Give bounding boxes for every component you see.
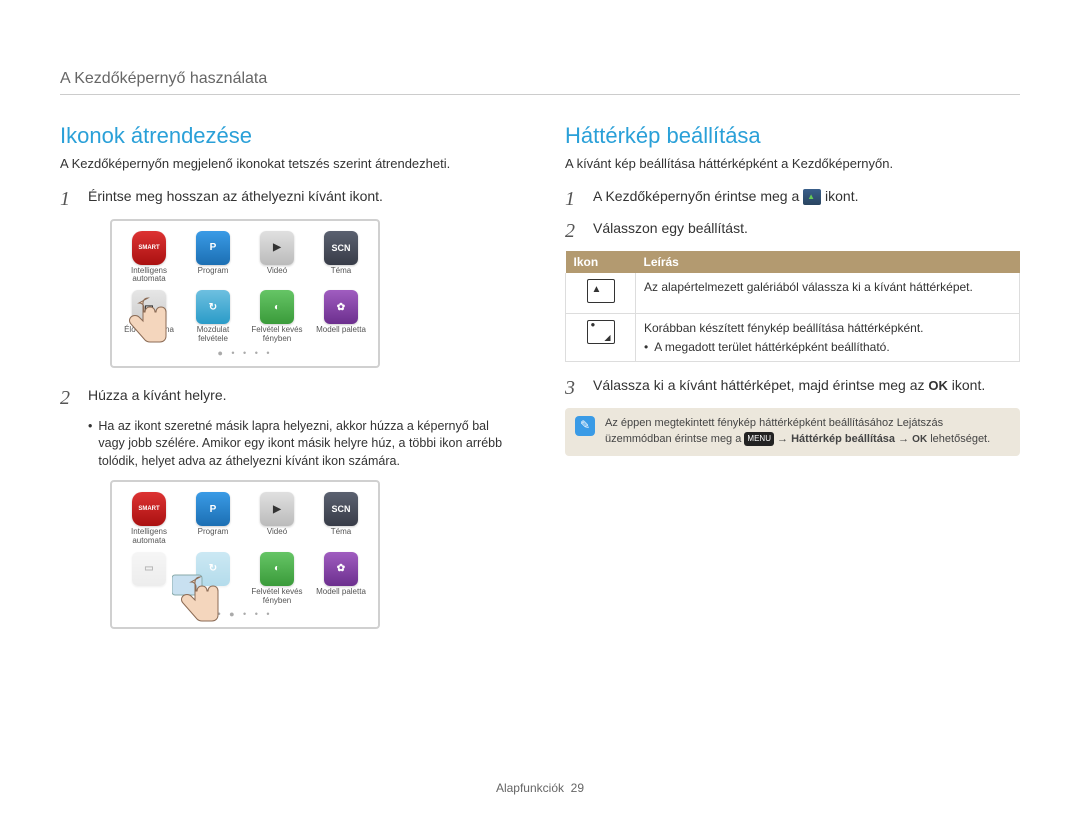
step-number: 2 [60,386,78,408]
step-number: 1 [60,187,78,209]
model-icon: ✿ [324,552,358,586]
ok-icon: OK [928,377,948,395]
smart-icon: SMART [132,492,166,526]
page-footer: Alapfunkciók 29 [0,781,1080,795]
ok-icon: OK [912,433,927,448]
left-section-title: Ikonok átrendezése [60,123,515,149]
right-column: Háttérkép beállítása A kívánt kép beállí… [565,123,1020,647]
left-intro: A Kezdőképernyőn megjelenő ikonokat tets… [60,155,515,173]
smart-icon: SMART [132,231,166,265]
video-icon: ▶ [260,492,294,526]
screenshot-grid-2: SMARTIntelligens automata PProgram ▶Vide… [110,480,380,629]
page-indicator: ● • • • • [118,348,372,358]
step-number: 3 [565,376,583,398]
note-text: Az éppen megtekintett fénykép háttérképk… [605,416,1010,448]
gallery-option-desc: Az alapértelmezett galériából válassza k… [636,273,1020,314]
left-column: Ikonok átrendezése A Kezdőképernyőn megj… [60,123,515,647]
hand-tap-icon [120,288,180,348]
hand-drag-icon [172,567,232,627]
th-desc: Leírás [636,251,1020,273]
light-icon: ◐ [260,290,294,324]
photo-option-icon [566,313,636,361]
program-icon: P [196,231,230,265]
light-icon: ◐ [260,552,294,586]
right-section-title: Háttérkép beállítása [565,123,1020,149]
screenshot-grid-1: SMARTIntelligens automata PProgram ▶Vide… [110,219,380,368]
right-step2-text: Válasszon egy beállítást. [593,219,748,239]
video-icon: ▶ [260,231,294,265]
program-icon: P [196,492,230,526]
wallpaper-icon [803,189,821,205]
gesture-icon: ↻ [196,290,230,324]
scn-icon: SCN [324,231,358,265]
left-step1-text: Érintse meg hosszan az áthelyezni kívánt… [88,187,383,207]
step-number: 2 [565,219,583,241]
page-indicator: • ● • • • [118,609,372,619]
scn-icon: SCN [324,492,358,526]
right-intro: A kívánt kép beállítása háttérképként a … [565,155,1020,173]
menu-button-icon: MENU [744,432,774,446]
step-number: 1 [565,187,583,209]
note-badge-icon: ✎ [575,416,595,436]
photo-option-desc: Korábban készített fénykép beállítása há… [636,313,1020,361]
left-step2-text: Húzza a kívánt helyre. [88,386,227,406]
options-table: Ikon Leírás Az alapértelmezett galériábó… [565,251,1020,363]
left-step2-bullet: • Ha az ikont szeretné másik lapra helye… [88,418,515,471]
right-step3-text: Válassza ki a kívánt háttérképet, majd é… [593,376,985,396]
page-header: A Kezdőképernyő használata [60,70,1020,95]
pano-icon-ghost: ▭ [132,552,166,586]
gallery-option-icon [566,273,636,314]
model-icon: ✿ [324,290,358,324]
th-icon: Ikon [566,251,636,273]
note-box: ✎ Az éppen megtekintett fénykép háttérké… [565,408,1020,456]
right-step1-text: A Kezdőképernyőn érintse meg a ikont. [593,187,859,207]
